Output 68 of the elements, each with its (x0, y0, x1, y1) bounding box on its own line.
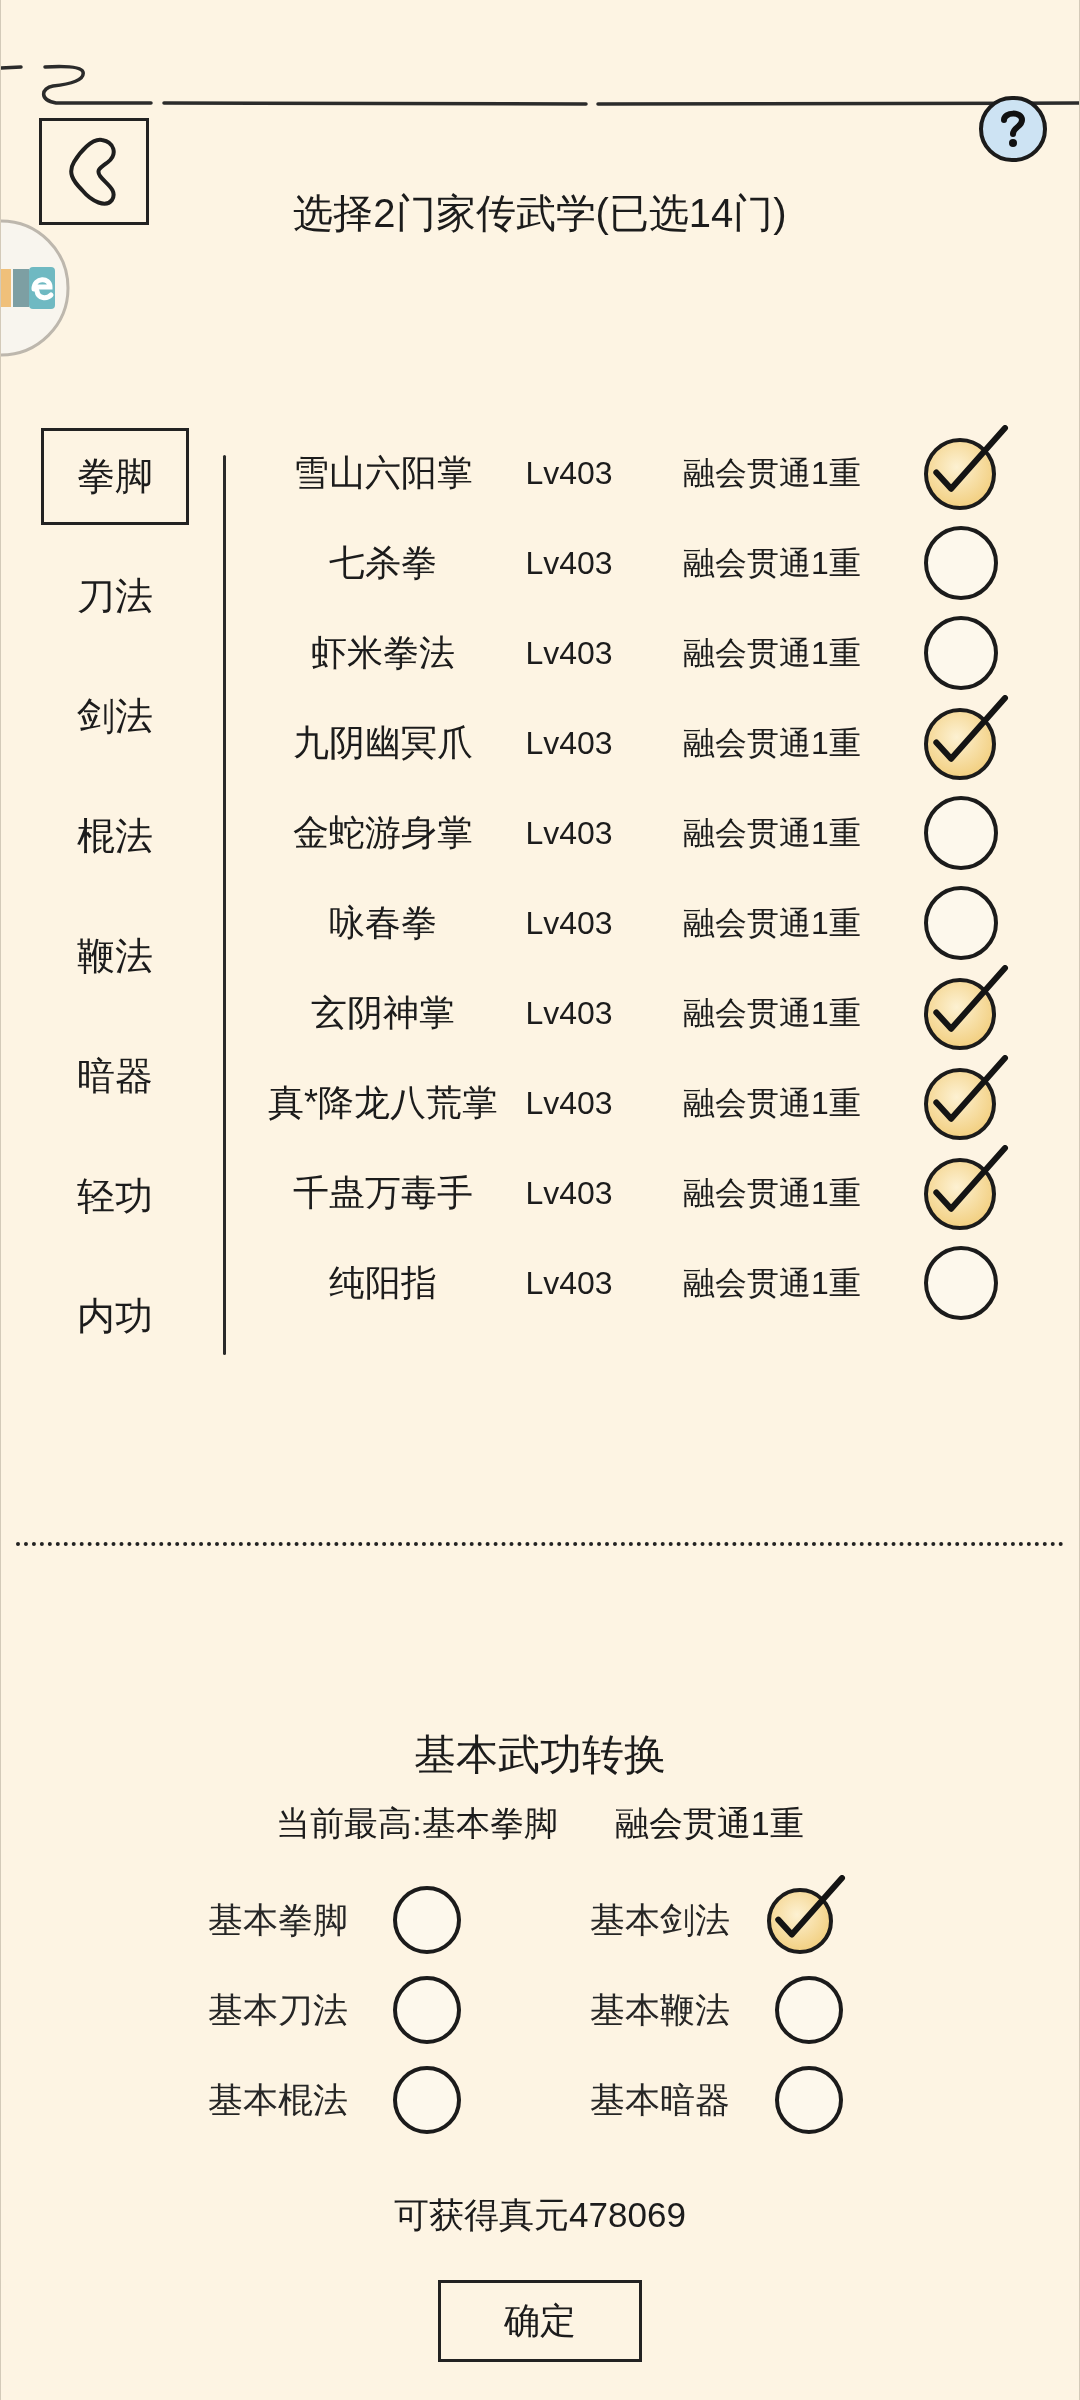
option-checkbox[interactable] (774, 1975, 844, 2045)
section-title: 基本武功转换 (414, 1730, 666, 1780)
option-checkbox[interactable] (774, 2065, 844, 2135)
skill-name: 玄阴神掌 (310, 991, 456, 1035)
option-label: 基本棍法 (208, 2078, 349, 2121)
category-tab[interactable]: 鞭法 (41, 908, 189, 1005)
category-tab[interactable]: 暗器 (41, 1028, 189, 1125)
skill-realm: 融会贯通1重 (682, 814, 862, 853)
skill-realm: 融会贯通1重 (682, 634, 862, 673)
help-icon (1000, 110, 1026, 148)
skill-realm: 融会贯通1重 (682, 904, 862, 943)
skill-realm: 融会贯通1重 (682, 724, 862, 763)
skill-checkbox[interactable] (923, 525, 999, 601)
category-tab[interactable]: 内功 (41, 1268, 189, 1365)
category-tab[interactable]: 剑法 (41, 668, 189, 765)
skill-name: 金蛇游身掌 (292, 811, 474, 855)
option-label: 基本拳脚 (208, 1898, 349, 1941)
skill-name: 七杀拳 (328, 541, 438, 585)
skill-realm: 融会贯通1重 (682, 1264, 862, 1303)
skill-rank: Lv403 (524, 724, 614, 763)
reward-text: 可获得真元478069 (394, 2194, 686, 2236)
skill-rank: Lv403 (524, 634, 614, 673)
category-tab[interactable]: 刀法 (41, 548, 189, 645)
skill-rank: Lv403 (524, 904, 614, 943)
skill-name: 纯阳指 (328, 1261, 438, 1305)
back-button[interactable] (39, 118, 149, 225)
skill-rank: Lv403 (524, 814, 614, 853)
skill-checkbox[interactable] (923, 1055, 1009, 1141)
skill-name: 九阴幽冥爪 (292, 721, 474, 765)
skill-name: 虾米拳法 (310, 631, 456, 675)
category-tab[interactable]: 轻功 (41, 1148, 189, 1245)
option-label: 基本暗器 (590, 2078, 731, 2121)
skill-checkbox[interactable] (923, 885, 999, 961)
skill-name: 千蛊万毒手 (292, 1171, 474, 1215)
option-label: 基本刀法 (208, 1988, 349, 2031)
option-label: 基本鞭法 (590, 1988, 731, 2031)
skill-checkbox[interactable] (923, 795, 999, 871)
option-checkbox[interactable] (392, 1885, 462, 1955)
skill-realm: 融会贯通1重 (682, 1084, 862, 1123)
skill-checkbox[interactable] (923, 615, 999, 691)
skill-realm: 融会贯通1重 (682, 1174, 862, 1213)
skill-name: 咏春拳 (328, 901, 438, 945)
skill-realm: 融会贯通1重 (682, 544, 862, 583)
skill-name: 真*降龙八荒掌 (267, 1081, 499, 1125)
skill-checkbox[interactable] (923, 425, 1009, 511)
option-checkbox[interactable] (766, 1875, 846, 1955)
confirm-button[interactable]: 确定 (438, 2280, 642, 2362)
skill-rank: Lv403 (524, 1084, 614, 1123)
page-title: 选择2门家传武学(已选14门) (293, 190, 787, 236)
skill-rank: Lv403 (524, 1264, 614, 1303)
skill-rank: Lv403 (524, 994, 614, 1033)
skill-rank: Lv403 (524, 1174, 614, 1213)
option-checkbox[interactable] (392, 2065, 462, 2135)
category-tab[interactable]: 拳脚 (41, 428, 189, 525)
category-tab[interactable]: 棍法 (41, 788, 189, 885)
option-checkbox[interactable] (392, 1975, 462, 2045)
skill-checkbox[interactable] (923, 965, 1009, 1051)
skill-checkbox[interactable] (923, 1245, 999, 1321)
skill-checkbox[interactable] (923, 695, 1009, 781)
skill-name: 雪山六阳掌 (292, 451, 474, 495)
skill-realm: 融会贯通1重 (682, 994, 862, 1033)
skill-realm: 融会贯通1重 (682, 454, 862, 493)
skill-rank: Lv403 (524, 454, 614, 493)
skill-checkbox[interactable] (923, 1145, 1009, 1231)
current-highest-text: 当前最高:基本拳脚 (276, 1803, 558, 1844)
option-label: 基本剑法 (590, 1898, 730, 1941)
current-realm-text: 融会贯通1重 (614, 1803, 804, 1844)
skill-rank: Lv403 (524, 544, 614, 583)
